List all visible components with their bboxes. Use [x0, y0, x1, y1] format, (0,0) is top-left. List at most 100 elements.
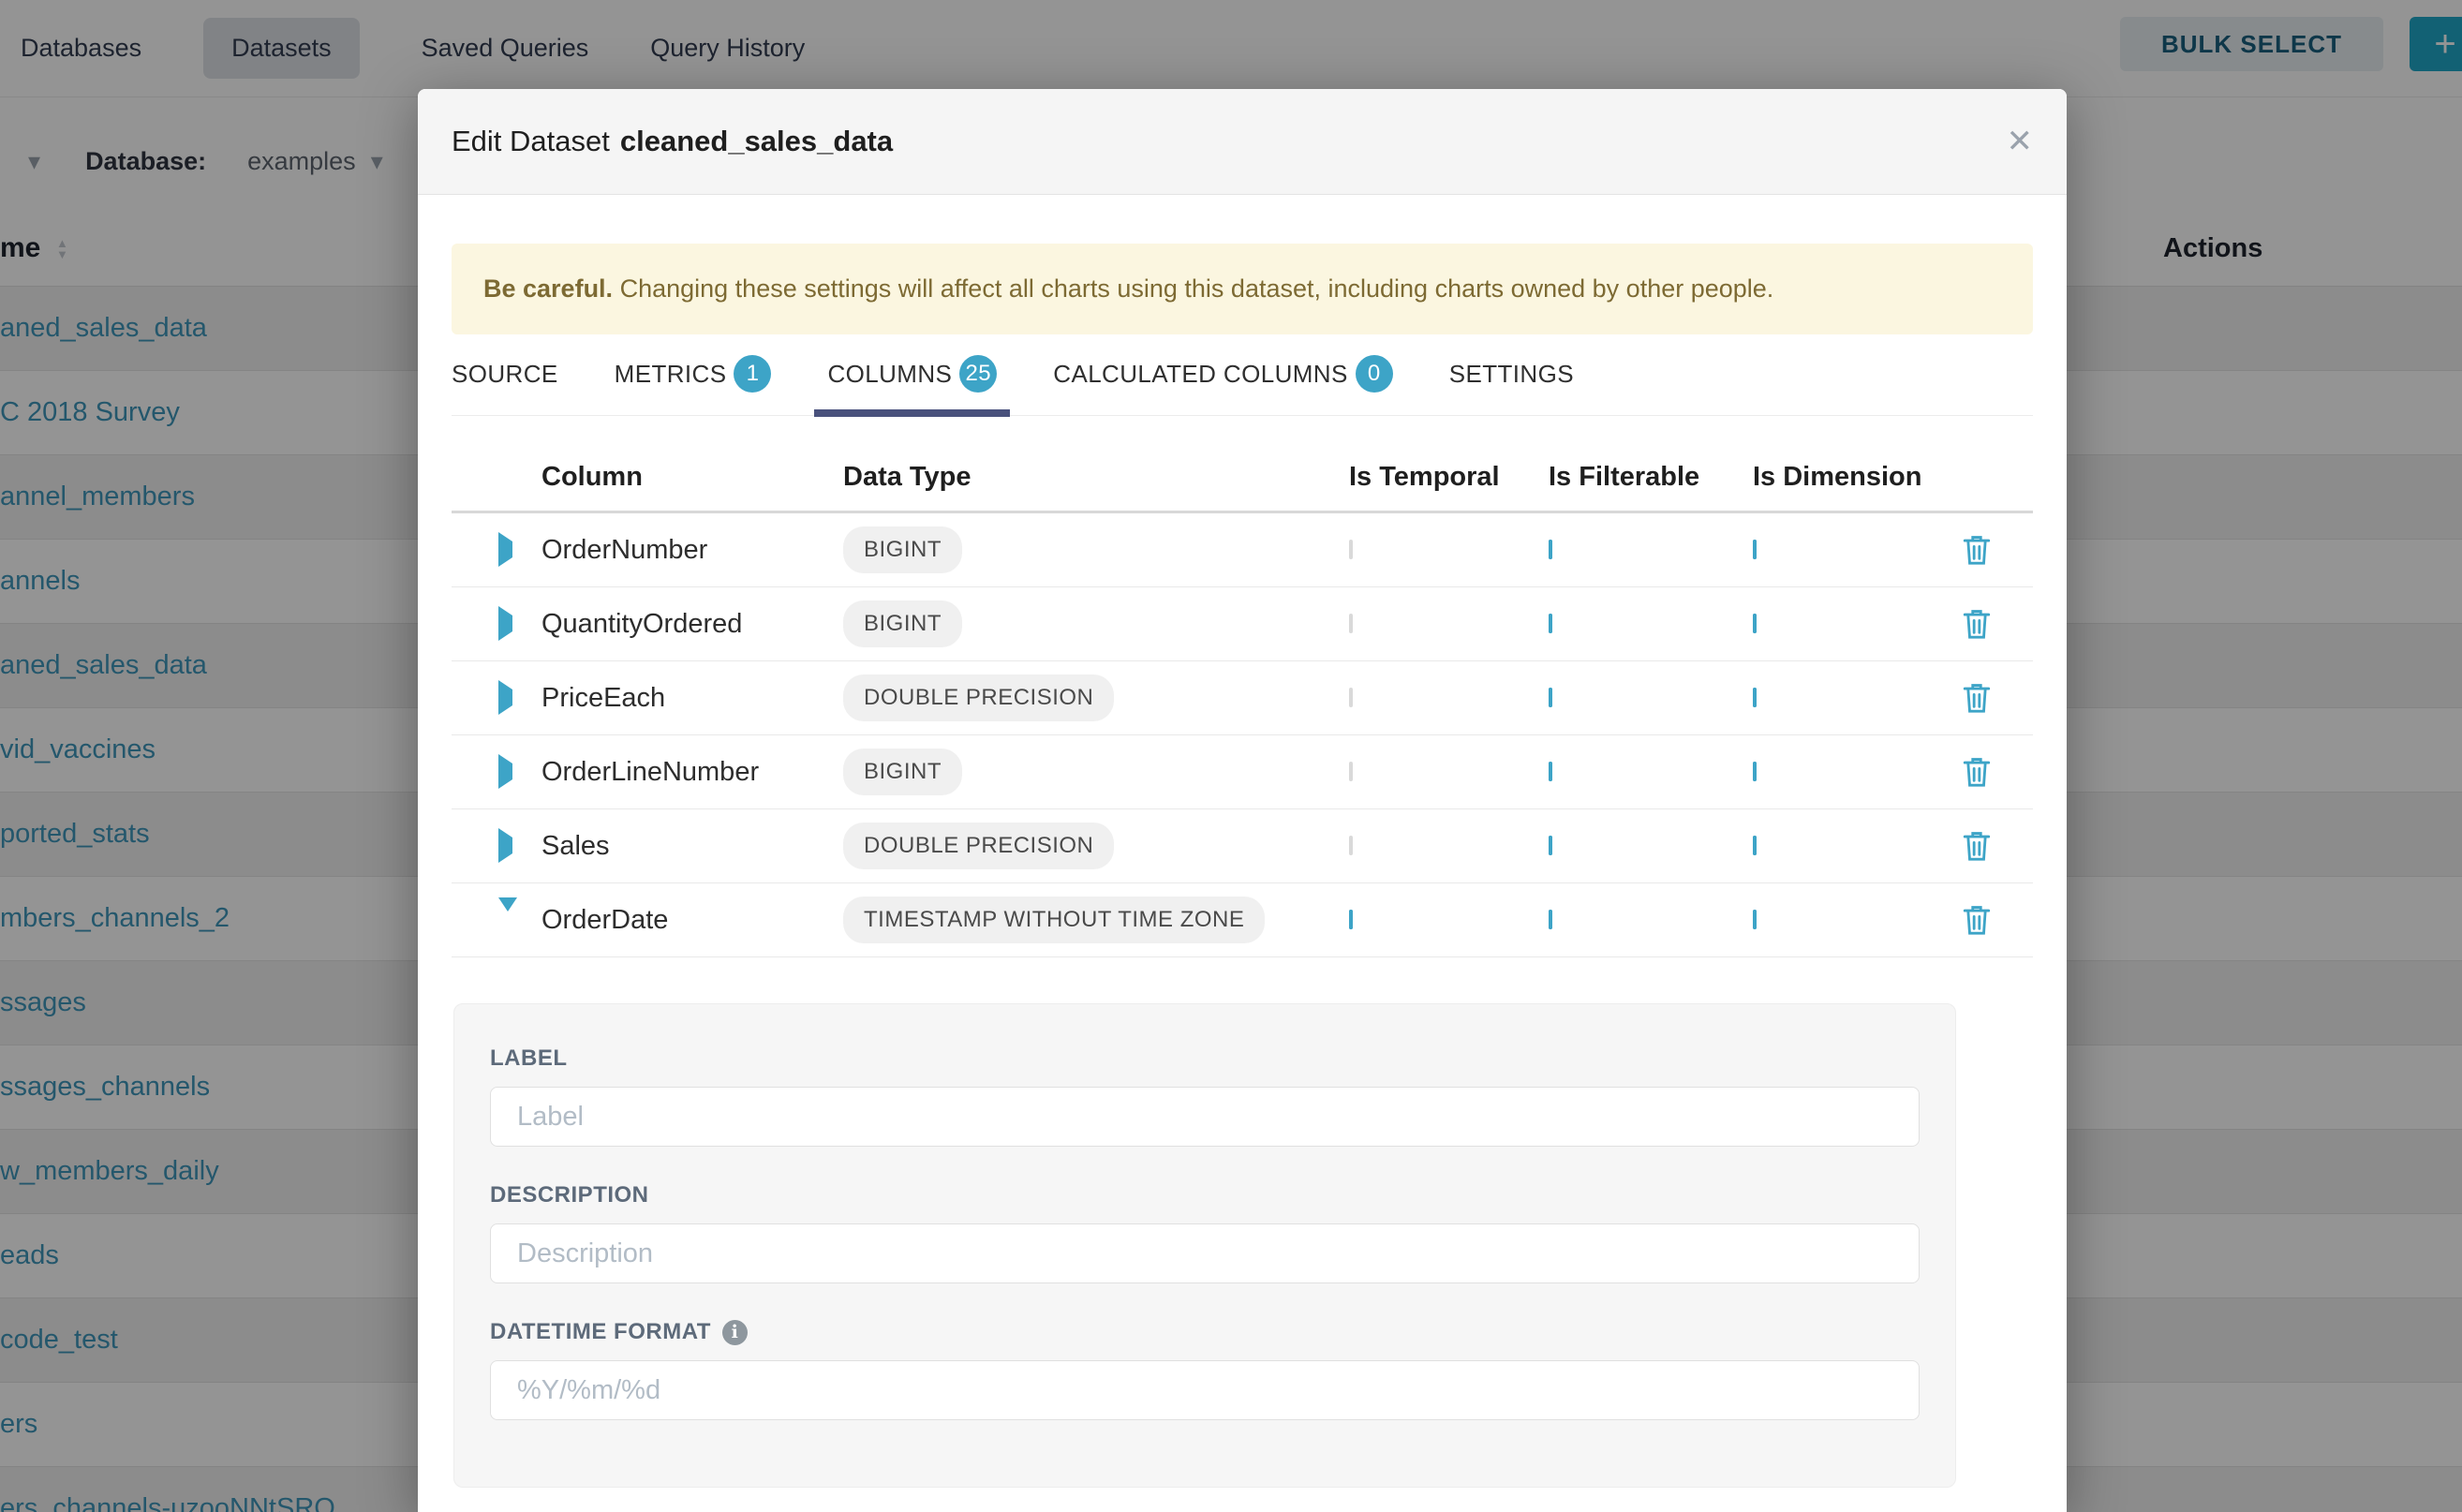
is-temporal-checkbox[interactable]	[1349, 540, 1353, 559]
trash-icon	[1961, 606, 1993, 642]
tab-count-badge: 25	[959, 355, 997, 393]
caret-cell	[489, 689, 541, 706]
expand-caret-icon[interactable]	[498, 532, 512, 567]
caret-cell	[489, 615, 541, 632]
columns-table-header: ColumnData TypeIs TemporalIs FilterableI…	[452, 444, 2033, 513]
label-field-group: LABEL	[490, 1045, 1920, 1147]
is-temporal-checkbox[interactable]	[1349, 762, 1353, 781]
caret-cell	[489, 838, 541, 854]
columns-table-body: OrderNumberBIGINTQuantityOrderedBIGINTPr…	[452, 513, 2033, 957]
label-input[interactable]	[490, 1087, 1920, 1147]
tab-label: SETTINGS	[1449, 360, 1574, 389]
datetime-format-label-text: DATETIME FORMAT	[490, 1319, 711, 1345]
column-header-is-temporal: Is Temporal	[1349, 462, 1549, 493]
data-type-pill: BIGINT	[843, 600, 962, 647]
tab-columns[interactable]: COLUMNS25	[827, 355, 997, 415]
tab-count-badge: 0	[1356, 355, 1393, 393]
caret-cell	[489, 912, 541, 928]
tab-label: SOURCE	[452, 360, 558, 389]
is-temporal-checkbox-cell	[1349, 763, 1549, 780]
modal-body: Be careful. Changing these settings will…	[418, 244, 2067, 1488]
is-temporal-checkbox[interactable]	[1349, 836, 1353, 855]
expand-caret-icon[interactable]	[498, 828, 512, 863]
warning-banner: Be careful. Changing these settings will…	[452, 244, 2033, 334]
columns-table: ColumnData TypeIs TemporalIs FilterableI…	[452, 444, 2033, 957]
datetime-format-input[interactable]	[490, 1360, 1920, 1420]
delete-column-button[interactable]	[1961, 680, 2033, 716]
warning-bold-text: Be careful.	[483, 274, 613, 304]
column-row: SalesDOUBLE PRECISION	[452, 809, 2033, 883]
collapse-caret-icon[interactable]	[498, 897, 517, 927]
info-icon[interactable]: i	[722, 1320, 748, 1345]
is-dimension-checkbox-cell	[1753, 541, 1961, 558]
is-filterable-checkbox[interactable]	[1549, 614, 1552, 633]
column-header-data-type: Data Type	[843, 462, 1349, 493]
is-temporal-checkbox[interactable]	[1349, 688, 1353, 707]
description-input[interactable]	[490, 1223, 1920, 1283]
data-type-cell: TIMESTAMP WITHOUT TIME ZONE	[843, 897, 1349, 943]
description-field-label: DESCRIPTION	[490, 1182, 1920, 1208]
data-type-pill: TIMESTAMP WITHOUT TIME ZONE	[843, 897, 1265, 943]
is-dimension-checkbox-cell	[1753, 763, 1961, 780]
is-dimension-checkbox[interactable]	[1753, 540, 1757, 559]
modal-tab-bar: SOURCE METRICS1 COLUMNS25 CALCULATED COLUMN…	[452, 355, 2033, 416]
tab-source[interactable]: SOURCE	[452, 355, 558, 415]
tab-settings[interactable]: SETTINGS	[1449, 355, 1574, 415]
modal-title: Edit Datasetcleaned_sales_data	[452, 125, 893, 158]
is-temporal-checkbox[interactable]	[1349, 910, 1353, 929]
datetime-format-field-group: DATETIME FORMAT i	[490, 1319, 1920, 1420]
caret-cell	[489, 541, 541, 558]
is-dimension-checkbox[interactable]	[1753, 688, 1757, 707]
delete-column-button[interactable]	[1961, 754, 2033, 790]
description-field-label-text: DESCRIPTION	[490, 1182, 649, 1208]
expand-caret-icon[interactable]	[498, 754, 512, 789]
data-type-cell: BIGINT	[843, 749, 1349, 795]
is-temporal-checkbox-cell	[1349, 912, 1549, 928]
trash-icon	[1961, 680, 1993, 716]
is-filterable-checkbox-cell	[1549, 912, 1753, 928]
tab-label: COLUMNS	[827, 360, 952, 389]
delete-column-button[interactable]	[1961, 606, 2033, 642]
modal-title-prefix: Edit Dataset	[452, 125, 610, 157]
label-field-label-text: LABEL	[490, 1045, 568, 1072]
is-dimension-checkbox[interactable]	[1753, 836, 1757, 855]
is-dimension-checkbox[interactable]	[1753, 762, 1757, 781]
is-filterable-checkbox[interactable]	[1549, 910, 1552, 929]
expand-caret-icon[interactable]	[498, 680, 512, 715]
tab-label: CALCULATED COLUMNS	[1053, 360, 1347, 389]
caret-cell	[489, 763, 541, 780]
tab-metrics[interactable]: METRICS1	[615, 355, 772, 415]
is-filterable-checkbox[interactable]	[1549, 540, 1552, 559]
data-type-pill: DOUBLE PRECISION	[843, 823, 1114, 869]
column-name: PriceEach	[541, 683, 843, 714]
is-filterable-checkbox-cell	[1549, 689, 1753, 706]
column-header-is-filterable: Is Filterable	[1549, 462, 1753, 493]
tab-calculated-columns[interactable]: CALCULATED COLUMNS 0	[1053, 355, 1392, 415]
is-filterable-checkbox[interactable]	[1549, 762, 1552, 781]
trash-icon	[1961, 532, 1993, 568]
is-temporal-checkbox-cell	[1349, 838, 1549, 854]
column-name: OrderNumber	[541, 535, 843, 566]
is-dimension-checkbox[interactable]	[1753, 910, 1757, 929]
warning-text: Changing these settings will affect all …	[613, 274, 1773, 304]
is-filterable-checkbox[interactable]	[1549, 688, 1552, 707]
delete-column-button[interactable]	[1961, 828, 2033, 864]
label-field-label: LABEL	[490, 1045, 1920, 1072]
delete-column-button[interactable]	[1961, 902, 2033, 938]
column-header-column: Column	[541, 462, 843, 493]
expand-caret-icon[interactable]	[498, 606, 512, 641]
column-row: OrderLineNumberBIGINT	[452, 735, 2033, 809]
is-temporal-checkbox[interactable]	[1349, 614, 1353, 633]
data-type-cell: BIGINT	[843, 526, 1349, 573]
is-filterable-checkbox-cell	[1549, 541, 1753, 558]
is-filterable-checkbox-cell	[1549, 763, 1753, 780]
delete-column-button[interactable]	[1961, 532, 2033, 568]
is-dimension-checkbox-cell	[1753, 615, 1961, 632]
is-dimension-checkbox[interactable]	[1753, 614, 1757, 633]
close-icon[interactable]: ✕	[2007, 123, 2034, 160]
edit-dataset-modal: Edit Datasetcleaned_sales_data ✕ Be care…	[418, 89, 2067, 1512]
data-type-cell: DOUBLE PRECISION	[843, 674, 1349, 721]
column-header-is-dimension: Is Dimension	[1753, 462, 1961, 493]
is-filterable-checkbox[interactable]	[1549, 836, 1552, 855]
column-name: Sales	[541, 831, 843, 862]
